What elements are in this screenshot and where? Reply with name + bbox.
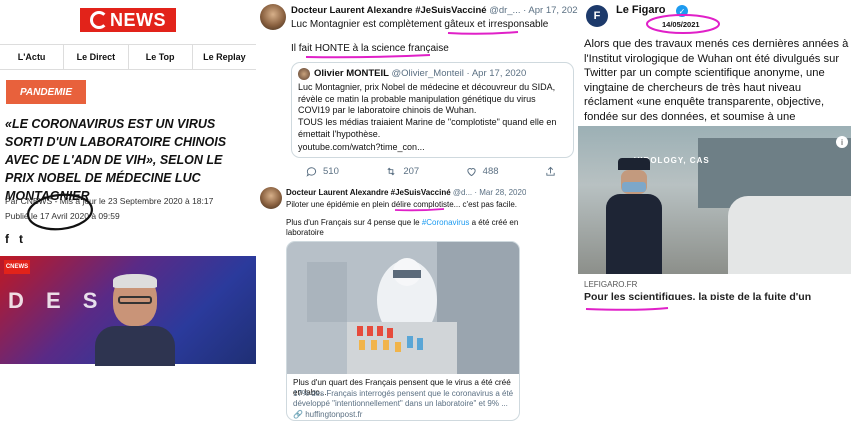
- quoted-tweet[interactable]: Olivier MONTEIL @Olivier_Monteil · Apr 1…: [291, 62, 574, 158]
- quote-text2: TOUS les médias traiaient Marine de "com…: [298, 117, 557, 139]
- link-headline[interactable]: Pour les scientifiques, la piste de la f…: [584, 291, 849, 300]
- quote-link[interactable]: youtube.com/watch?time_con...: [298, 141, 425, 154]
- cnews-logo[interactable]: NEWS: [80, 8, 176, 32]
- reply-button[interactable]: 510: [306, 166, 339, 177]
- tweet-author[interactable]: Docteur Laurent Alexandre #JeSuisVacciné…: [291, 5, 578, 16]
- reply-icon: [306, 167, 317, 177]
- cnews-nav: L'Actu Le Direct Le Top Le Replay: [0, 44, 256, 70]
- speaker-figure: [95, 274, 175, 366]
- share-button[interactable]: [545, 166, 556, 177]
- tweet-montagnier[interactable]: Docteur Laurent Alexandre #JeSuisVacciné…: [256, 0, 578, 183]
- figaro-tweet[interactable]: F Le Figaro ✓ 14/05/2021 Alors que des t…: [578, 0, 851, 300]
- tweet-complotiste[interactable]: Docteur Laurent Alexandre #JeSuisVacciné…: [256, 183, 526, 423]
- figaro-avatar[interactable]: F: [586, 5, 608, 27]
- tweet-text-line1: Piloter une épidémie en plein délire com…: [286, 200, 517, 209]
- link-card[interactable]: Plus d'un quart des Français pensent que…: [286, 241, 520, 421]
- verified-icon: ✓: [676, 5, 688, 17]
- nav-item-top[interactable]: Le Top: [129, 45, 193, 69]
- social-share: f t: [5, 232, 23, 246]
- quote-author: Olivier MONTEIL @Olivier_Monteil · Apr 1…: [314, 68, 527, 79]
- car: [728, 196, 851, 274]
- lab-illustration: [287, 242, 519, 374]
- tweet-text-line1: Luc Montagnier est complètement gâteux e…: [291, 19, 549, 30]
- nav-item-replay[interactable]: Le Replay: [193, 45, 256, 69]
- cnews-c-icon: [90, 11, 108, 29]
- category-badge[interactable]: PANDEMIE: [6, 80, 86, 104]
- nav-item-direct[interactable]: Le Direct: [64, 45, 129, 69]
- share-icon: [546, 166, 555, 176]
- twitter-icon[interactable]: t: [19, 232, 23, 246]
- cnews-article-panel: NEWS L'Actu Le Direct Le Top Le Replay P…: [0, 0, 256, 423]
- card-link[interactable]: 🔗 huffingtonpost.fr: [293, 410, 515, 420]
- figaro-name[interactable]: Le Figaro: [616, 4, 666, 16]
- tweet-author[interactable]: Docteur Laurent Alexandre #JeSuisVacciné…: [286, 188, 526, 197]
- hashtag-link[interactable]: #Coronavirus: [422, 218, 470, 227]
- tweet-text-line2: Il fait HONTE à la science française: [291, 43, 449, 54]
- info-icon[interactable]: i: [836, 136, 848, 148]
- wuhan-institute-photo[interactable]: VIROLOGY, CAS: [578, 126, 851, 274]
- avatar[interactable]: [260, 187, 282, 209]
- cnews-small-logo: CNEWS: [4, 260, 30, 274]
- tweet-date: 14/05/2021: [662, 20, 700, 29]
- facebook-icon[interactable]: f: [5, 232, 9, 246]
- underline-taboue: [585, 307, 669, 311]
- link-icon: 🔗: [293, 410, 306, 419]
- article-updated-meta: Par CNEWS - Mis à jour le 23 Septembre 2…: [5, 196, 214, 206]
- tweet-body: Alors que des travaux menés ces dernière…: [584, 38, 849, 137]
- quote-avatar: [298, 68, 310, 80]
- article-video-image[interactable]: CNEWS D E S P: [0, 256, 256, 366]
- lab-photo: [287, 242, 519, 374]
- retweet-icon: [387, 167, 395, 176]
- article-published-meta: Publié le 17 Avril 2020 à 09:59: [5, 211, 120, 221]
- article-headline: «LE CORONAVIRUS EST UN VIRUS SORTI D'UN …: [5, 117, 227, 203]
- nav-item-actu[interactable]: L'Actu: [0, 45, 65, 69]
- tweet-actions: 510 207 488: [306, 166, 556, 177]
- avatar[interactable]: [260, 4, 286, 30]
- guard-figure: [606, 158, 662, 274]
- like-button[interactable]: 488: [466, 166, 499, 177]
- heart-icon: [467, 168, 476, 177]
- quote-text: Luc Montagnier, prix Nobel de médecine e…: [298, 82, 556, 115]
- link-source[interactable]: LEFIGARO.FR: [584, 280, 637, 289]
- card-description: 17% des Français interrogés pensent que …: [293, 389, 514, 408]
- retweet-button[interactable]: 207: [385, 166, 419, 177]
- tweet-text-line2: Plus d'un Français sur 4 pense que le #C…: [286, 218, 519, 237]
